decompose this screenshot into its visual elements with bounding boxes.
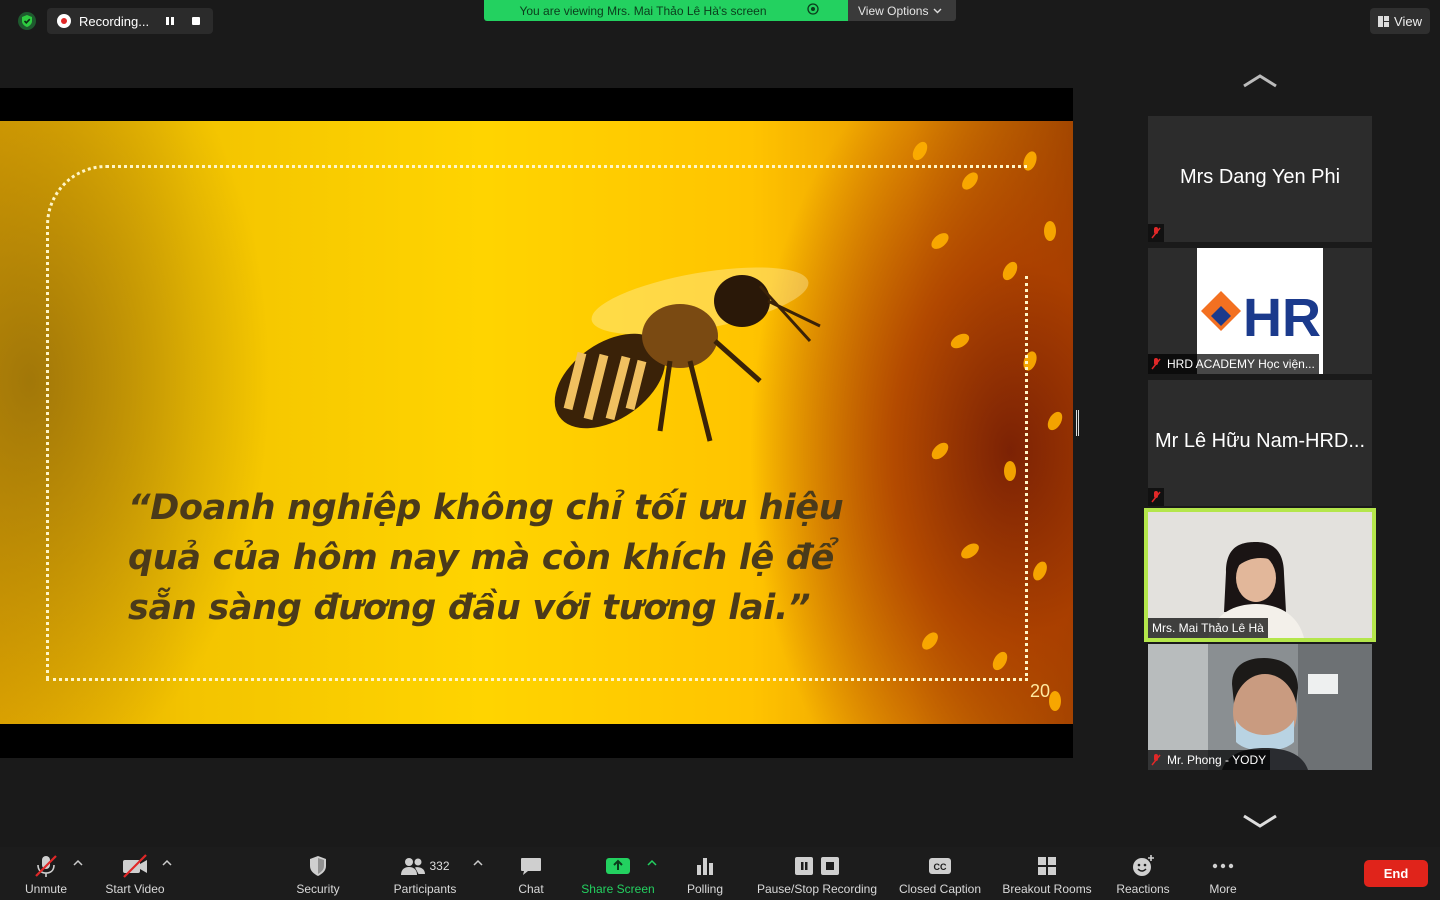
participants-options-caret-icon[interactable] xyxy=(472,857,484,869)
recording-label: Recording... xyxy=(79,13,150,29)
recording-controls-icon xyxy=(792,851,842,881)
chevron-down-icon xyxy=(1243,814,1277,828)
closed-caption-button[interactable]: CC Closed Caption xyxy=(896,847,984,900)
security-button[interactable]: Security xyxy=(288,847,348,900)
participant-name-label: Mrs. Mai Thảo Lê Hà xyxy=(1148,618,1268,638)
more-label: More xyxy=(1209,882,1237,896)
share-screen-button[interactable]: Share Screen xyxy=(576,847,660,900)
chat-bubble-icon xyxy=(519,851,543,881)
presentation-slide: “Doanh nghiệp không chỉ tối ưu hiệu quả … xyxy=(0,121,1073,724)
polling-button[interactable]: Polling xyxy=(680,847,730,900)
more-button[interactable]: More xyxy=(1200,847,1246,900)
bar-chart-icon xyxy=(694,851,716,881)
cc-icon: CC xyxy=(927,851,953,881)
view-label: View xyxy=(1394,13,1422,29)
participant-tile[interactable]: Mr Lê Hữu Nam-HRD... xyxy=(1148,380,1372,506)
participant-video: Mrs. Mai Thảo Lê Hà xyxy=(1148,512,1372,638)
polling-label: Polling xyxy=(686,882,724,896)
muted-mic-icon xyxy=(1148,224,1164,242)
breakout-rooms-button[interactable]: Breakout Rooms xyxy=(998,847,1096,900)
bee-image xyxy=(554,267,821,442)
pause-recording-button[interactable] xyxy=(157,8,183,34)
participant-tile[interactable]: Mrs Dang Yen Phi xyxy=(1148,116,1372,242)
share-screen-label: Share Screen xyxy=(581,882,655,896)
security-label: Security xyxy=(296,882,340,896)
breakout-rooms-label: Breakout Rooms xyxy=(1002,882,1092,896)
reactions-button[interactable]: Reactions xyxy=(1112,847,1174,900)
svg-text:CC: CC xyxy=(934,862,947,872)
participant-name: Mr. Phong - YODY xyxy=(1167,753,1267,767)
viewing-banner-text: You are viewing Mrs. Mai Thảo Lê Hà's sc… xyxy=(519,3,767,18)
ellipsis-icon xyxy=(1211,851,1235,881)
gallery-scroll-down-button[interactable] xyxy=(1240,810,1280,830)
muted-mic-icon xyxy=(1151,754,1161,766)
chevron-down-icon xyxy=(933,8,942,14)
participant-name-label: Mr. Phong - YODY xyxy=(1148,750,1271,770)
hrd-logo-text: HRD xyxy=(1243,288,1323,348)
participants-count: 332 xyxy=(429,859,450,873)
share-options-caret-icon[interactable] xyxy=(646,857,658,869)
slide-page-number: 20 xyxy=(1030,681,1051,701)
muted-mic-icon xyxy=(1148,488,1164,506)
video-options-caret-icon[interactable] xyxy=(161,857,173,869)
view-options-dropdown[interactable]: View Options xyxy=(848,0,956,21)
participant-name: Mr Lê Hữu Nam-HRD... xyxy=(1154,430,1366,452)
chevron-up-icon xyxy=(1243,74,1277,88)
start-video-label: Start Video xyxy=(105,882,165,896)
unmute-button[interactable]: Unmute xyxy=(20,847,72,900)
share-status-icon xyxy=(806,3,819,18)
closed-caption-label: Closed Caption xyxy=(898,882,982,896)
pause-stop-recording-label: Pause/Stop Recording xyxy=(756,882,878,896)
meeting-toolbar: Unmute Start Video Security 332 Particip… xyxy=(0,847,1440,900)
muted-mic-icon xyxy=(1151,358,1161,370)
reactions-label: Reactions xyxy=(1116,882,1170,896)
end-meeting-button[interactable]: End xyxy=(1364,860,1428,887)
participants-button[interactable]: 332 Participants xyxy=(388,847,462,900)
start-video-button[interactable]: Start Video xyxy=(98,847,172,900)
viewing-screen-banner: You are viewing Mrs. Mai Thảo Lê Hà's sc… xyxy=(484,0,848,21)
grid-view-icon xyxy=(1378,15,1390,27)
chat-label: Chat xyxy=(518,882,544,896)
security-shield-icon[interactable] xyxy=(14,10,40,32)
chat-button[interactable]: Chat xyxy=(510,847,552,900)
participant-name: Mrs. Mai Thảo Lê Hà xyxy=(1152,621,1264,635)
people-icon xyxy=(401,858,426,875)
participant-tile[interactable]: HRD HRD ACADEMY Học viện... xyxy=(1148,248,1372,374)
participants-label: Participants xyxy=(393,882,457,896)
slide-dotted-frame-right xyxy=(1025,276,1028,676)
active-speaker-tile[interactable]: Mrs. Mai Thảo Lê Hà xyxy=(1144,508,1376,642)
recording-dot-icon xyxy=(57,14,71,28)
participants-icon-group: 332 xyxy=(400,851,450,881)
participant-name: HRD ACADEMY Học viện... xyxy=(1167,357,1315,371)
participant-tile[interactable]: Mr. Phong - YODY xyxy=(1148,644,1372,770)
muted-microphone-icon xyxy=(33,851,59,881)
resize-splitter-handle[interactable] xyxy=(1076,410,1079,436)
shield-icon xyxy=(307,851,329,881)
participant-name-label: HRD ACADEMY Học viện... xyxy=(1148,354,1319,374)
smiley-plus-icon xyxy=(1131,851,1155,881)
breakout-rooms-icon xyxy=(1036,851,1058,881)
audio-options-caret-icon[interactable] xyxy=(72,857,84,869)
recording-indicator: Recording... xyxy=(47,8,213,34)
video-off-icon xyxy=(121,851,149,881)
participant-name: Mrs Dang Yen Phi xyxy=(1179,166,1341,188)
pause-stop-recording-button[interactable]: Pause/Stop Recording xyxy=(752,847,882,900)
view-button[interactable]: View xyxy=(1370,8,1430,34)
gallery-scroll-up-button[interactable] xyxy=(1240,72,1280,92)
stop-recording-button[interactable] xyxy=(183,8,209,34)
share-screen-icon xyxy=(604,851,632,881)
unmute-label: Unmute xyxy=(24,882,68,896)
slide-quote: “Doanh nghiệp không chỉ tối ưu hiệu quả … xyxy=(128,488,844,628)
view-options-label: View Options xyxy=(858,3,929,18)
